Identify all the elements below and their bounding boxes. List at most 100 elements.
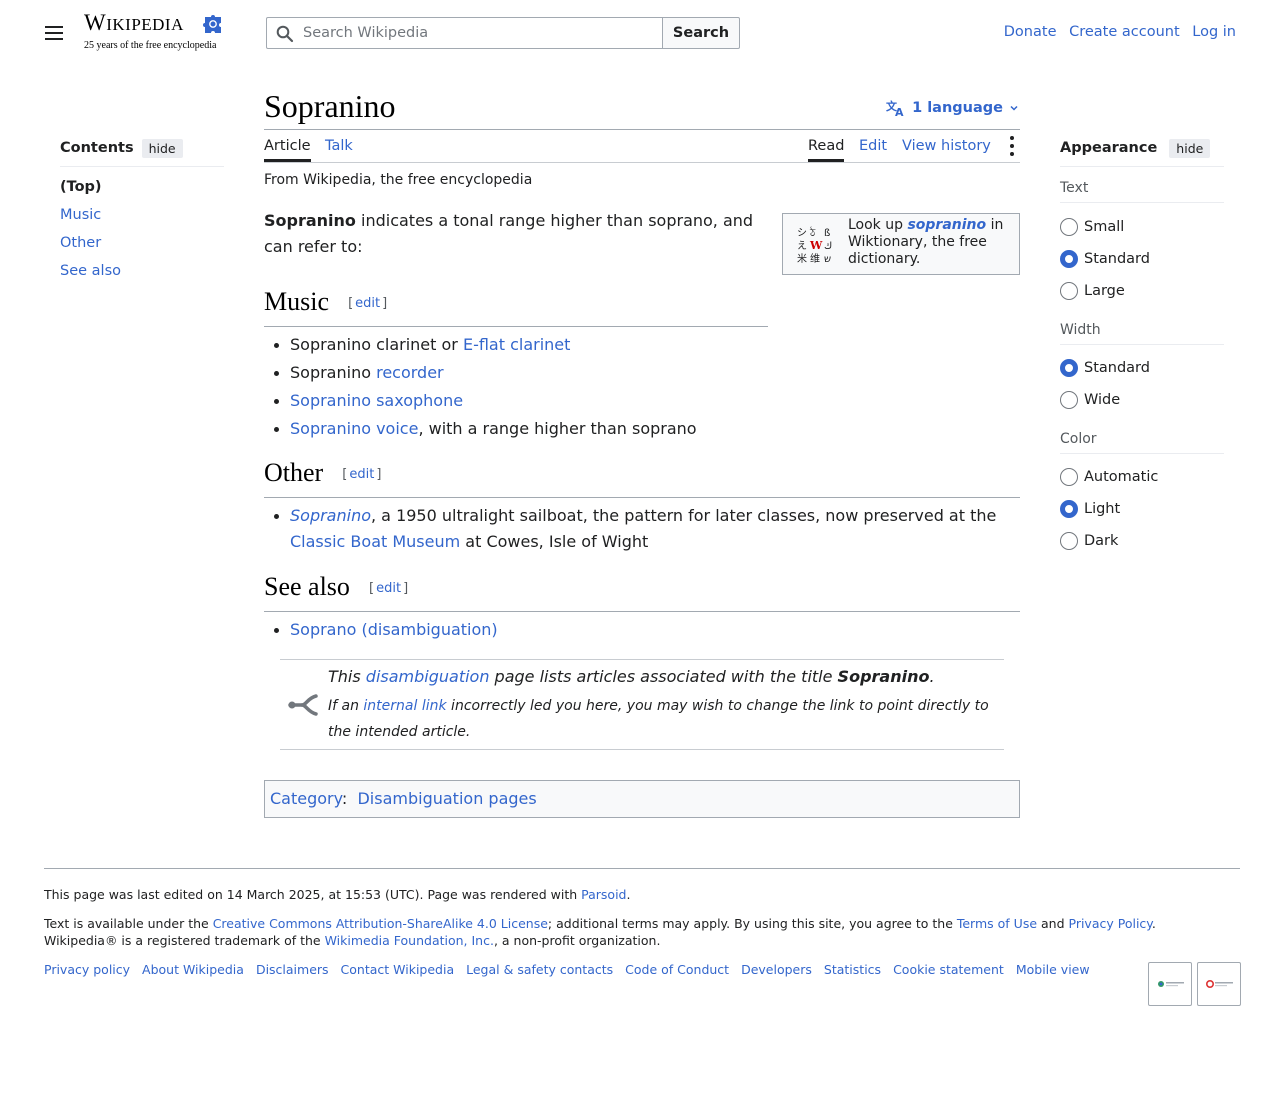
footer-code-of-conduct-link[interactable]: Code of Conduct <box>625 961 729 978</box>
svg-text:W: W <box>809 239 823 252</box>
search-button[interactable]: Search <box>662 17 740 49</box>
tab-edit[interactable]: Edit <box>859 135 887 162</box>
edit-other-link[interactable]: edit <box>349 467 374 482</box>
appearance-title: Appearance <box>1060 140 1158 156</box>
wikipedia-logo[interactable]: WIKIPEDIA 25 years of the free encyclope… <box>84 10 234 56</box>
tabs-divider <box>264 162 1020 163</box>
license-text: Text is available under the Creative Com… <box>44 916 1156 948</box>
logo-wordmark: WIKIPEDIA <box>84 10 184 35</box>
radio-unchecked-icon[interactable] <box>1060 218 1078 236</box>
footer-links: Privacy policy About Wikipedia Disclaime… <box>44 961 1240 978</box>
width-wide-option[interactable]: Wide <box>1060 384 1224 416</box>
wiktionary-text: Look up sopranino in Wiktionary, the fre… <box>848 217 1004 267</box>
toc-item-top[interactable]: (Top) <box>60 179 102 195</box>
logo-tagline: 25 years of the free encyclopedia <box>84 40 217 51</box>
more-options-icon[interactable] <box>1004 134 1020 158</box>
section-heading-other: Other [edit] <box>264 458 382 487</box>
search-box[interactable] <box>266 17 663 49</box>
appearance-hide-button[interactable]: hide <box>1169 138 1211 158</box>
toc-item-see-also[interactable]: See also <box>60 263 121 279</box>
text-large-option[interactable]: Large <box>1060 275 1224 307</box>
width-standard-option[interactable]: Standard <box>1060 352 1224 384</box>
puzzle-globe-icon <box>203 15 221 33</box>
log-in-link[interactable]: Log in <box>1192 24 1236 40</box>
svg-text:え: え <box>797 240 807 252</box>
radio-unchecked-icon[interactable] <box>1060 532 1078 550</box>
soprano-disambiguation-link[interactable]: Soprano (disambiguation) <box>290 620 498 639</box>
terms-of-use-link[interactable]: Terms of Use <box>957 916 1037 931</box>
footer-about-link[interactable]: About Wikipedia <box>142 961 244 978</box>
color-automatic-option[interactable]: Automatic <box>1060 461 1224 493</box>
tab-talk[interactable]: Talk <box>325 135 353 162</box>
radio-unchecked-icon[interactable] <box>1060 391 1078 409</box>
tab-article[interactable]: Article <box>264 135 311 162</box>
toc-title: Contents <box>60 140 134 156</box>
tab-view-history[interactable]: View history <box>902 135 991 162</box>
category-links: Category: Disambiguation pages <box>264 780 1020 818</box>
sopranino-saxophone-link[interactable]: Sopranino saxophone <box>290 391 463 410</box>
section-divider <box>264 326 768 327</box>
disambiguation-main-text: This disambiguation page lists articles … <box>328 667 935 686</box>
search-input[interactable] <box>301 18 656 48</box>
footer-legal-link[interactable]: Legal & safety contacts <box>466 961 613 978</box>
section-divider <box>264 611 1020 612</box>
wikimedia-foundation-link[interactable]: Wikimedia Foundation, Inc. <box>325 933 494 948</box>
classic-boat-museum-link[interactable]: Classic Boat Museum <box>290 532 460 551</box>
main-menu-icon[interactable] <box>40 21 68 45</box>
search-icon <box>276 25 294 43</box>
title-divider <box>264 129 1020 130</box>
footer-mobile-view-link[interactable]: Mobile view <box>1016 961 1090 978</box>
color-dark-option[interactable]: Dark <box>1060 525 1224 557</box>
donate-link[interactable]: Donate <box>1004 24 1057 40</box>
svg-text:维: 维 <box>810 252 820 264</box>
disambiguation-link[interactable]: disambiguation <box>366 667 490 686</box>
see-also-list: Soprano (disambiguation) <box>264 617 1020 645</box>
list-item: Soprano (disambiguation) <box>264 617 1020 645</box>
text-standard-option[interactable]: Standard <box>1060 243 1224 275</box>
footer-privacy-policy-link[interactable]: Privacy policy <box>44 961 130 978</box>
footer-statistics-link[interactable]: Statistics <box>824 961 881 978</box>
edit-see-also-link[interactable]: edit <box>376 581 401 596</box>
text-small-option[interactable]: Small <box>1060 211 1224 243</box>
sopranino-boat-link[interactable]: Sopranino <box>290 506 371 525</box>
radio-checked-icon[interactable] <box>1060 250 1078 268</box>
color-light-option[interactable]: Light <box>1060 493 1224 525</box>
language-button[interactable]: 文 A 1 language <box>886 99 1019 117</box>
wiktionary-box: シ ঠ ß え W ك 米 维 ש Look up sopranino in W… <box>782 213 1020 275</box>
table-of-contents: Contents hide (Top) Music Other See also <box>60 138 224 285</box>
category-label-link[interactable]: Category <box>270 789 342 808</box>
radio-unchecked-icon[interactable] <box>1060 468 1078 486</box>
wiktionary-link[interactable]: sopranino <box>907 217 986 233</box>
appearance-header: Appearance hide <box>1060 138 1224 167</box>
toc-item-music[interactable]: Music <box>60 207 101 223</box>
internal-link-link[interactable]: internal link <box>363 698 446 714</box>
cc-license-link[interactable]: Creative Commons Attribution-ShareAlike … <box>213 916 548 931</box>
tab-read[interactable]: Read <box>808 135 845 162</box>
footer-developers-link[interactable]: Developers <box>741 961 812 978</box>
translate-icon: 文 A <box>886 99 904 117</box>
wiktionary-logo-icon: シ ঠ ß え W ك 米 维 ש <box>797 226 832 264</box>
footer-disclaimers-link[interactable]: Disclaimers <box>256 961 329 978</box>
toc-item-other[interactable]: Other <box>60 235 101 251</box>
list-item: Sopranino recorder <box>264 360 1020 388</box>
svg-text:米: 米 <box>797 252 807 264</box>
create-account-link[interactable]: Create account <box>1069 24 1180 40</box>
wikimedia-badge-icon[interactable] <box>1148 962 1192 1006</box>
radio-checked-icon[interactable] <box>1060 500 1078 518</box>
radio-unchecked-icon[interactable] <box>1060 282 1078 300</box>
sopranino-voice-link[interactable]: Sopranino voice <box>290 419 418 438</box>
radio-checked-icon[interactable] <box>1060 359 1078 377</box>
footer-cookie-statement-link[interactable]: Cookie statement <box>893 961 1004 978</box>
mediawiki-badge-icon[interactable] <box>1197 962 1241 1006</box>
privacy-policy-inline-link[interactable]: Privacy Policy <box>1069 916 1152 931</box>
e-flat-clarinet-link[interactable]: E-flat clarinet <box>463 335 570 354</box>
parsoid-link[interactable]: Parsoid <box>581 887 626 902</box>
footer-contact-link[interactable]: Contact Wikipedia <box>341 961 455 978</box>
edit-music-link[interactable]: edit <box>355 296 380 311</box>
recorder-link[interactable]: recorder <box>376 363 444 382</box>
disambiguation-pages-link[interactable]: Disambiguation pages <box>357 789 536 808</box>
page-title: Sopranino <box>264 88 396 124</box>
site-tagline: From Wikipedia, the free encyclopedia <box>264 172 533 188</box>
section-heading-see-also: See also [edit] <box>264 572 409 601</box>
toc-hide-button[interactable]: hide <box>141 138 183 158</box>
